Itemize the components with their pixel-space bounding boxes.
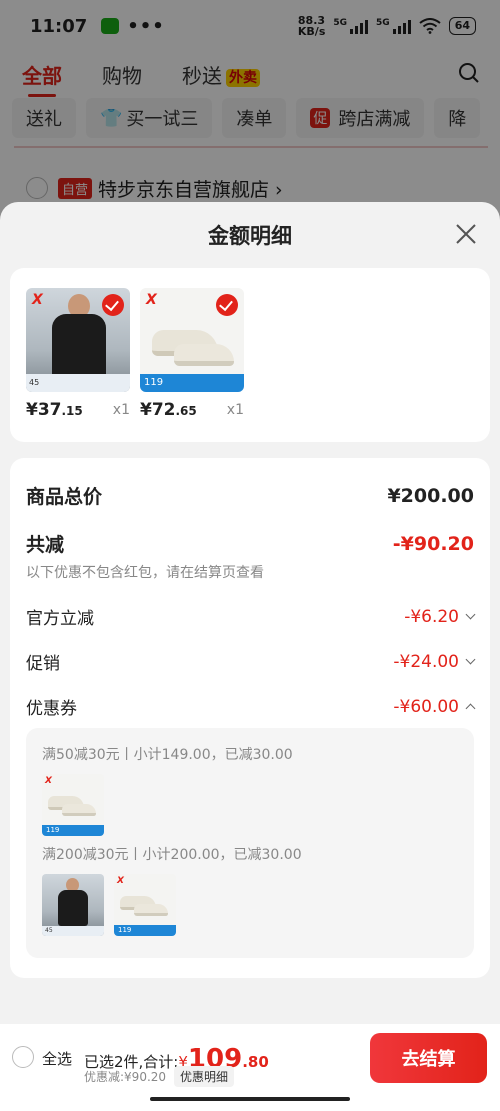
coupon-line: 满50减30元丨小计149.00，已减30.00	[42, 747, 293, 763]
chevron-down-icon	[465, 654, 476, 665]
price-dec: .15	[61, 404, 83, 418]
selected-check-icon	[102, 294, 124, 316]
total-decimal: .80	[242, 1053, 269, 1071]
product-qty: x1	[112, 402, 130, 418]
image-strip: 45	[42, 926, 104, 936]
image-band: 119	[42, 825, 104, 836]
coupon-value: -¥60.00	[393, 696, 476, 717]
discount-text: 优惠减:¥90.20	[84, 1070, 167, 1084]
chevron-down-icon	[465, 609, 476, 620]
image-strip: 45	[26, 374, 130, 392]
discount-detail-button[interactable]: 优惠明细	[174, 1066, 235, 1087]
discount-note: 以下优惠不包含红包，请在结算页查看	[26, 565, 264, 581]
promotion-label: 促销	[26, 654, 60, 674]
product-image-shoe: X 119	[140, 288, 244, 392]
coupon-product-tshirt: 45	[42, 874, 104, 936]
coupon-label: 优惠券	[26, 699, 77, 719]
discount-summary: 优惠减:¥90.20 优惠明细	[84, 1066, 235, 1087]
price-int: ¥72	[140, 400, 176, 420]
coupon-row[interactable]: 优惠券 -¥60.00	[26, 694, 476, 719]
coupon-amount: -¥60.00	[393, 696, 459, 717]
sheet-title: 金额明细	[208, 224, 292, 248]
official-discount-value: -¥6.20	[404, 606, 476, 627]
promotion-row[interactable]: 促销 -¥24.00	[26, 649, 476, 674]
product-item[interactable]: X 45 ¥37.15 x1	[26, 288, 130, 420]
chevron-up-icon	[465, 703, 476, 714]
total-reduce-label: 共减	[26, 534, 65, 556]
total-price-label: 商品总价	[26, 486, 103, 508]
select-all-label[interactable]: 全选	[42, 1048, 72, 1069]
amount-detail-card: 商品总价 ¥200.00 共减 -¥90.20 以下优惠不包含红包，请在结算页查…	[10, 458, 490, 978]
brand-logo: X	[32, 292, 43, 308]
brand-logo: X	[117, 876, 124, 886]
coupon-breakdown: 满50减30元丨小计149.00，已减30.00 X 119 满200减30元丨…	[26, 728, 474, 958]
promotion-amount: -¥24.00	[393, 651, 459, 672]
promotion-value: -¥24.00	[393, 651, 476, 672]
total-price-value: ¥200.00	[387, 484, 474, 507]
checkout-bar: 全选 已选2件,合计: ¥ 109 .80 优惠减:¥90.20 优惠明细 去结…	[0, 1024, 500, 1111]
brand-logo: X	[45, 776, 52, 786]
select-all-checkbox[interactable]	[12, 1046, 34, 1068]
model-shirt	[58, 890, 88, 926]
image-band: 119	[114, 925, 176, 936]
official-discount-label: 官方立减	[26, 609, 94, 629]
product-qty: x1	[226, 402, 244, 418]
product-image-tshirt: X 45	[26, 288, 130, 392]
total-price-row: 商品总价 ¥200.00	[26, 482, 474, 509]
official-discount-amount: -¥6.20	[404, 606, 459, 627]
official-discount-row[interactable]: 官方立减 -¥6.20	[26, 604, 476, 629]
shoe-shape	[174, 344, 234, 366]
coupon-product-shoe: X 119	[42, 774, 104, 836]
product-card: X 45 ¥37.15 x1 X 119 ¥72.65 x1	[10, 268, 490, 442]
close-icon[interactable]	[454, 222, 478, 246]
image-band: 119	[140, 374, 244, 392]
price-int: ¥37	[26, 400, 62, 420]
product-item[interactable]: X 119 ¥72.65 x1	[140, 288, 244, 420]
coupon-line: 满200减30元丨小计200.00，已减30.00	[42, 847, 302, 863]
coupon-product-shoe: X 119	[114, 874, 176, 936]
brand-logo: X	[146, 292, 157, 308]
shoe-shape	[62, 804, 96, 816]
price-dec: .65	[175, 404, 197, 418]
home-indicator	[150, 1097, 350, 1101]
selected-check-icon	[216, 294, 238, 316]
amount-detail-sheet: 金额明细 X 45 ¥37.15 x1 X 119 ¥72.65 x1 商品总价…	[0, 202, 500, 1111]
total-reduce-row: 共减 -¥90.20	[26, 530, 474, 557]
shoe-shape	[134, 904, 168, 916]
checkout-button[interactable]: 去结算	[370, 1033, 487, 1083]
model-shirt	[52, 314, 106, 378]
total-reduce-value: -¥90.20	[392, 532, 474, 555]
